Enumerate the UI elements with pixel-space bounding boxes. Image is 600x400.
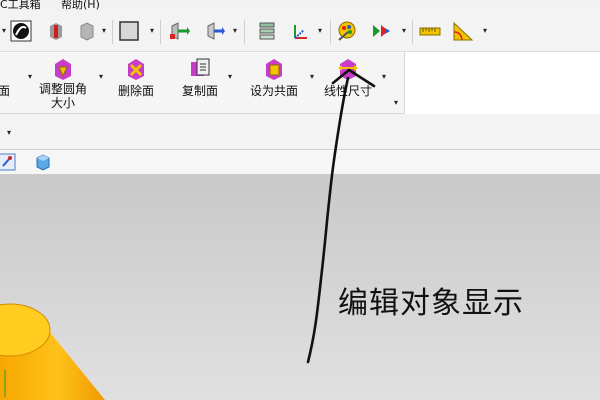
delete-face-icon xyxy=(123,56,149,82)
layer-settings-icon[interactable] xyxy=(256,20,278,42)
edit-object-display-icon[interactable] xyxy=(336,20,358,42)
measure-distance-icon[interactable] xyxy=(419,20,441,42)
chevron-down-icon[interactable]: ▾ xyxy=(100,26,108,36)
graphics-viewport[interactable]: 编辑对象显示 xyxy=(0,175,600,400)
chevron-down-icon[interactable]: ▾ xyxy=(231,26,239,36)
annotation-text: 编辑对象显示 xyxy=(338,286,524,321)
selection-toolbar xyxy=(0,150,600,175)
display-mode-icon[interactable] xyxy=(10,20,32,42)
make-coplanar-button[interactable]: 设为共面 xyxy=(244,56,304,98)
separator xyxy=(112,20,113,44)
chevron-down-icon[interactable]: ▾ xyxy=(0,26,8,36)
menu-bar: C工具箱 帮助(H) xyxy=(0,0,600,12)
chevron-down-icon[interactable]: ▾ xyxy=(148,26,156,36)
separator xyxy=(244,20,245,44)
feature-ribbon: 面 ▾ 调整圆角 大小 ▾ 删除面 复制面 ▾ 设为共面 ▾ 线性尺寸 ▾ ▾ xyxy=(0,52,405,114)
chevron-down-icon[interactable]: ▾ xyxy=(481,26,489,36)
show-hide-icon[interactable] xyxy=(370,20,392,42)
separator xyxy=(330,20,331,44)
measure-angle-icon[interactable] xyxy=(452,20,474,42)
chevron-down-icon[interactable]: ▾ xyxy=(400,26,408,36)
chevron-down-icon[interactable]: ▾ xyxy=(316,26,324,36)
resize-blend-icon xyxy=(50,56,76,82)
move-component-icon[interactable] xyxy=(168,20,190,42)
chevron-down-icon[interactable]: ▾ xyxy=(310,72,314,81)
chevron-down-icon[interactable]: ▾ xyxy=(382,72,386,81)
separator xyxy=(412,20,413,44)
delete-face-button[interactable]: 删除面 xyxy=(112,56,160,98)
copy-face-icon xyxy=(187,56,213,82)
linear-dimension-button[interactable]: 线性尺寸 xyxy=(318,56,378,98)
coordinate-system-icon[interactable] xyxy=(289,20,311,42)
secondary-toolbar: ▾ xyxy=(0,114,600,150)
make-coplanar-icon xyxy=(261,56,287,82)
menu-toolbox[interactable]: C工具箱 xyxy=(0,0,41,12)
ribbon-options-chevron-icon[interactable]: ▾ xyxy=(394,98,398,107)
solid-shaded-icon[interactable] xyxy=(45,20,67,42)
linear-dimension-icon xyxy=(335,56,361,82)
chevron-down-icon[interactable]: ▾ xyxy=(228,72,232,81)
menu-help[interactable]: 帮助(H) xyxy=(61,0,100,12)
snap-point-icon[interactable] xyxy=(0,152,16,172)
chevron-down-icon[interactable]: ▾ xyxy=(5,128,13,138)
ribbon-face-button[interactable]: 面 xyxy=(0,56,14,98)
chevron-down-icon[interactable]: ▾ xyxy=(28,72,32,81)
copy-face-button[interactable]: 复制面 xyxy=(176,56,224,98)
wireframe-shade-icon[interactable] xyxy=(76,20,98,42)
cube-select-icon[interactable] xyxy=(34,152,52,172)
face-icon xyxy=(0,56,20,82)
resize-blend-button[interactable]: 调整圆角 大小 xyxy=(36,56,90,110)
chevron-down-icon[interactable]: ▾ xyxy=(99,72,103,81)
separator xyxy=(160,20,161,44)
main-toolbar: ▾ ▾ ▾ ▾ ▾ ▾ ▾ xyxy=(0,12,600,52)
assembly-icon[interactable] xyxy=(204,20,226,42)
view-style-icon[interactable] xyxy=(118,20,140,42)
